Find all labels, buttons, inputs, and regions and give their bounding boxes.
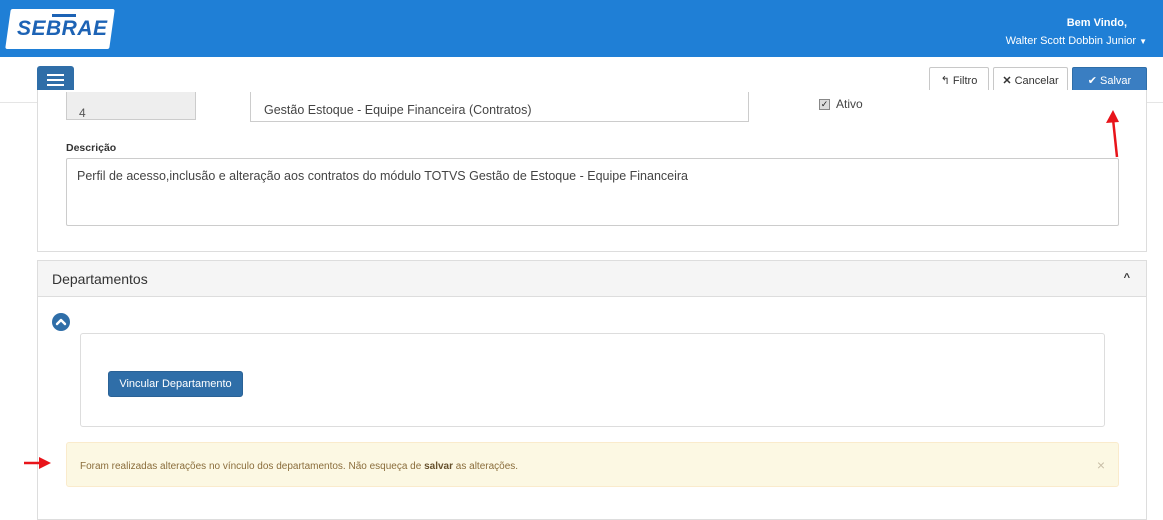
id-field: 4 <box>66 92 196 120</box>
perfil-form-panel: 4 Gestão Estoque - Equipe Financeira (Co… <box>37 90 1147 252</box>
ativo-checkbox[interactable]: ✓ Ativo <box>819 97 863 111</box>
descricao-textarea[interactable]: Perfil de acesso,inclusão e alteração ao… <box>66 158 1119 226</box>
alert-bold-text: salvar <box>424 461 454 472</box>
alert-text-suffix: as alterações. <box>453 461 519 472</box>
username-label: Walter Scott Dobbin Junior <box>1005 35 1137 47</box>
departamentos-title: Departamentos <box>52 271 148 287</box>
warning-alert: Foram realizadas alterações no vínculo d… <box>66 442 1119 487</box>
reply-icon: ↰ <box>940 75 950 87</box>
name-field[interactable]: Gestão Estoque - Equipe Financeira (Cont… <box>250 92 749 122</box>
annotation-arrow-right-icon <box>24 457 51 469</box>
user-menu[interactable]: Walter Scott Dobbin Junior ▼ <box>1006 35 1147 47</box>
alert-text: Foram realizadas alterações no vínculo d… <box>80 461 425 472</box>
logo-text: SEBRAE <box>17 17 108 40</box>
annotation-arrow-up-icon <box>1106 110 1119 158</box>
ativo-label: Ativo <box>836 97 863 111</box>
close-icon[interactable]: × <box>1097 457 1105 473</box>
check-icon: ✔ <box>1087 75 1098 87</box>
chevron-up-icon[interactable]: ^ <box>1124 272 1130 284</box>
departamentos-panel: Departamentos ^ Vincular Departamento Fo… <box>37 260 1147 520</box>
checkbox-checked-icon: ✓ <box>819 98 830 110</box>
departamentos-panel-header[interactable]: Departamentos ^ <box>38 261 1146 297</box>
departamentos-list-box: Vincular Departamento <box>80 333 1105 427</box>
caret-down-icon: ▼ <box>1139 37 1147 46</box>
hamburger-menu-button[interactable] <box>37 66 74 93</box>
descricao-label: Descrição <box>66 142 117 154</box>
vincular-departamento-button[interactable]: Vincular Departamento <box>108 371 243 397</box>
close-icon: ✕ <box>1002 75 1012 87</box>
top-header: SEBRAE Bem Vindo, Walter Scott Dobbin Ju… <box>0 0 1163 57</box>
hamburger-icon <box>47 74 64 76</box>
circle-chevron-up-icon[interactable] <box>52 313 70 331</box>
welcome-text: Bem Vindo, <box>1066 17 1127 29</box>
